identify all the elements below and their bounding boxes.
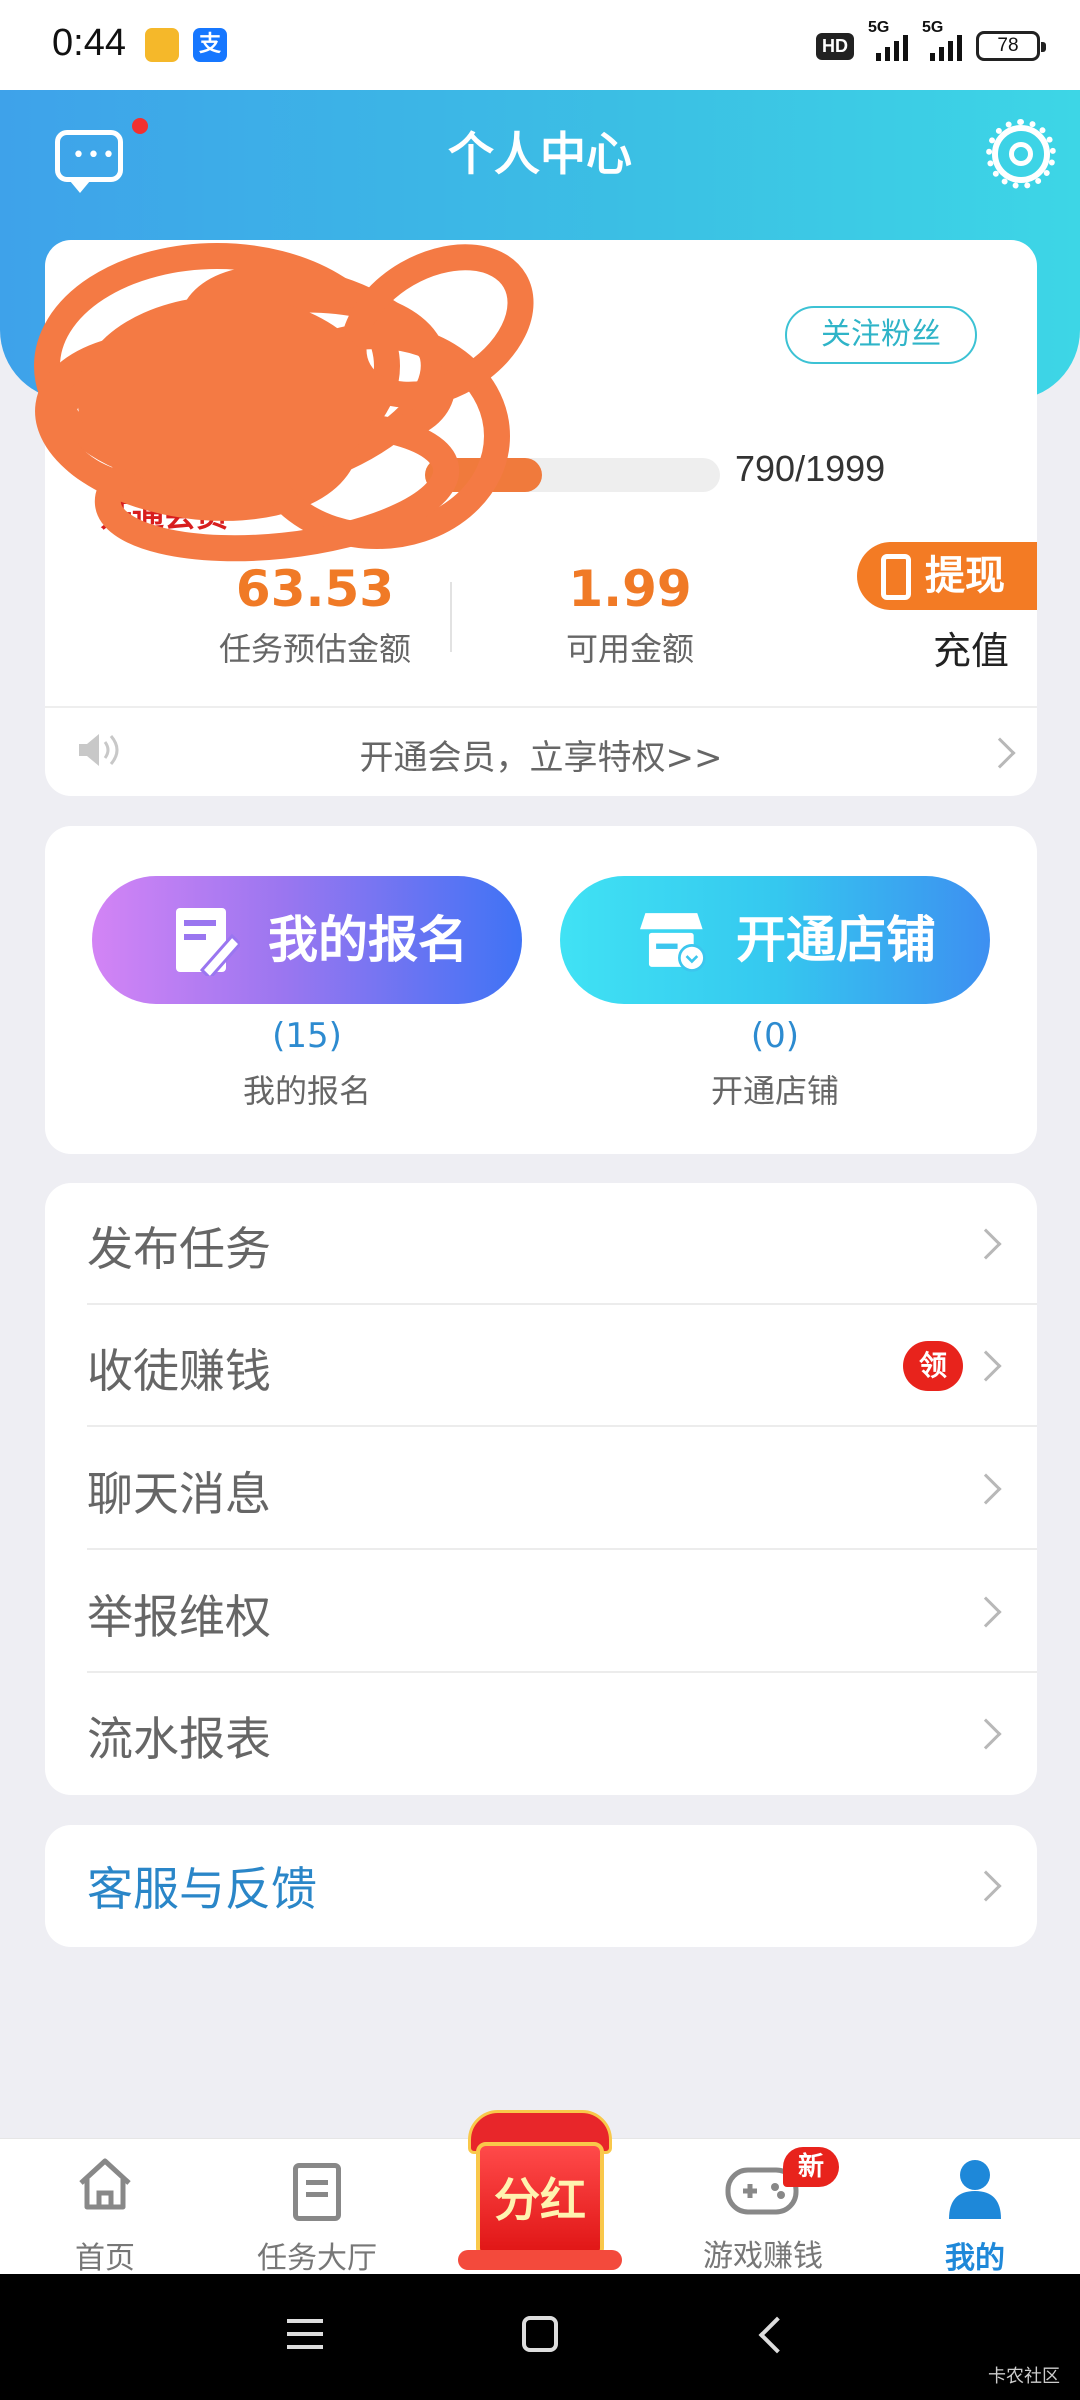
dividend-button[interactable]: 分红 — [458, 2102, 622, 2270]
signal-icon: 5G — [868, 19, 908, 61]
recent-apps-icon[interactable] — [287, 2319, 323, 2349]
withdraw-button[interactable]: 提现 — [857, 542, 1037, 610]
dividend-label: 分红 — [476, 2142, 604, 2258]
task-estimate-label: 任务预估金额 — [218, 630, 411, 668]
profile-card: 关注粉丝 790/1999 开通会员 63.53 任务预估金额 1.99 可用金… — [34, 240, 1037, 796]
phone-icon — [881, 554, 911, 600]
nav-task-hall[interactable]: 任务大厅 — [217, 2139, 417, 2276]
dividend-base — [458, 2250, 622, 2270]
my-signup-label[interactable]: 我的报名 — [92, 1066, 522, 1112]
chevron-right-icon — [970, 1596, 1002, 1628]
my-signup-button[interactable]: 我的报名 — [92, 876, 522, 1004]
service-feedback-row[interactable]: 客服与反馈 — [45, 1825, 1037, 1947]
divider — [45, 706, 1037, 708]
service-feedback-label: 客服与反馈 — [87, 1862, 317, 1916]
hd-call-icon: HD — [816, 32, 854, 60]
withdraw-label: 提现 — [925, 553, 1005, 599]
open-shop-button-label: 开通店铺 — [736, 911, 936, 969]
progress-text: 790/1999 — [735, 448, 886, 489]
available-amount-value: 1.99 — [568, 560, 692, 618]
menu-item-chat-messages[interactable]: 聊天消息 — [45, 1428, 1037, 1550]
back-icon[interactable] — [758, 2316, 796, 2354]
status-indicators: HD 5G 5G 78 — [816, 19, 1046, 68]
menu-item-transaction-report[interactable]: 流水报表 — [45, 1673, 1037, 1795]
menu-item-label: 聊天消息 — [87, 1467, 271, 1521]
recharge-link[interactable]: 充值 — [933, 620, 1009, 675]
signup-card: 我的报名 开通店铺 (15) 我的报名 (0) 开通店铺 — [45, 826, 1037, 1154]
nav-home-label: 首页 — [75, 2241, 135, 2276]
menu-item-report-rights[interactable]: 举报维权 — [45, 1551, 1037, 1673]
status-bar: 0:44 支 HD 5G 5G 78 — [0, 0, 1080, 90]
new-badge: 新 — [783, 2147, 839, 2187]
notes-app-icon — [145, 28, 179, 62]
status-time: 0:44 — [52, 22, 126, 64]
menu-item-recruit-earn[interactable]: 收徒赚钱 领 — [45, 1305, 1037, 1427]
nav-task-hall-label: 任务大厅 — [257, 2241, 377, 2276]
chevron-right-icon — [970, 1473, 1002, 1505]
open-shop-count: (0) — [750, 1016, 800, 1056]
menu-item-label: 举报维权 — [87, 1590, 271, 1644]
menu-item-label: 发布任务 — [87, 1222, 271, 1276]
menu-item-label: 流水报表 — [87, 1712, 271, 1766]
battery-icon: 78 — [976, 31, 1046, 61]
menu-item-label: 收徒赚钱 — [87, 1344, 271, 1398]
my-signup-count: (15) — [272, 1016, 342, 1056]
chevron-right-icon — [970, 1718, 1002, 1750]
open-shop-label[interactable]: 开通店铺 — [560, 1066, 990, 1112]
open-shop-button[interactable]: 开通店铺 — [560, 876, 990, 1004]
person-icon — [949, 2160, 1001, 2219]
claim-badge: 领 — [903, 1341, 963, 1391]
page-title: 个人中心 — [448, 127, 632, 181]
signal-icon-2: 5G — [922, 19, 962, 61]
divider — [87, 1425, 1037, 1427]
nav-game-earn[interactable]: 新 游戏赚钱 — [663, 2139, 863, 2275]
membership-notice[interactable]: 开通会员，立享特权>> — [45, 730, 1037, 779]
available-amount-label: 可用金额 — [565, 630, 694, 668]
chevron-right-icon — [970, 1870, 1002, 1902]
task-estimate-stat: 63.53 任务预估金额 — [135, 560, 495, 670]
shop-icon — [640, 913, 706, 972]
home-icon — [79, 2158, 131, 2210]
document-icon — [293, 2163, 341, 2221]
menu-item-publish-task[interactable]: 发布任务 — [45, 1183, 1037, 1305]
nav-home[interactable]: 首页 — [5, 2139, 205, 2276]
alipay-app-icon: 支 — [193, 28, 227, 62]
available-amount-stat: 1.99 可用金额 — [450, 560, 810, 670]
chevron-right-icon — [970, 1350, 1002, 1382]
menu-card: 发布任务 收徒赚钱 领 聊天消息 举报维权 流水报表 — [45, 1183, 1037, 1795]
task-estimate-value: 63.53 — [235, 560, 395, 618]
watermark: 卡农社区 — [988, 2366, 1060, 2387]
nav-mine[interactable]: 我的 — [875, 2139, 1075, 2276]
follow-fans-button[interactable]: 关注粉丝 — [785, 306, 977, 364]
system-nav-bar: 卡农社区 — [0, 2274, 1080, 2400]
nav-game-earn-label: 游戏赚钱 — [703, 2239, 823, 2274]
home-button-icon[interactable] — [522, 2316, 558, 2352]
divider — [87, 1548, 1037, 1550]
my-signup-button-label: 我的报名 — [268, 911, 468, 969]
edit-form-icon — [176, 908, 240, 976]
chevron-right-icon — [970, 1228, 1002, 1260]
nav-mine-label: 我的 — [945, 2241, 1005, 2276]
redaction-scribble — [34, 243, 534, 562]
gear-icon[interactable] — [986, 119, 1056, 189]
